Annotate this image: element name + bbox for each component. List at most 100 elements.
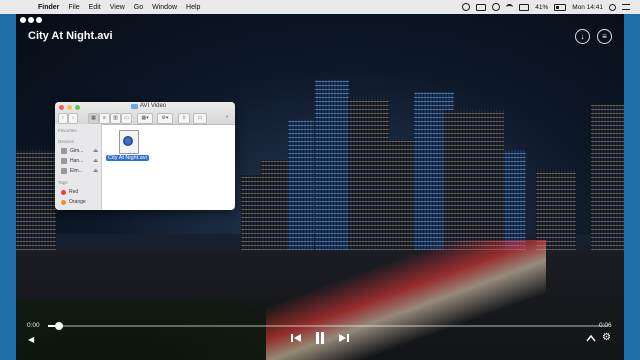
battery-icon[interactable] [554,3,567,11]
clock[interactable]: Mon 14:41 [572,4,603,11]
chevron-left-icon: ‹ [62,115,64,121]
menu-go[interactable]: Go [134,4,143,11]
quicktime-icon [123,136,133,146]
pause-button[interactable] [314,331,326,345]
device-label: Elm... [70,168,83,174]
finder-title-text: AVI Video [140,103,167,109]
next-button[interactable] [338,333,350,343]
finder-toolbar: AVI Video ‹ › ▦ ≡ ▥ ▭ ▦▾ ⚙▾ ⇧ ▭ » [55,102,235,125]
finder-title: AVI Video [131,103,166,109]
menu-edit[interactable]: Edit [89,4,101,11]
icon-view-button[interactable]: ▦ [88,113,99,124]
tag-label: Red [69,189,79,195]
menu-window[interactable]: Window [152,4,177,11]
fullscreen-button[interactable] [586,334,596,342]
status-box-icon[interactable] [476,3,487,11]
tag-dot-icon [61,189,66,195]
finder-sidebar: Favorites Devices Gim... ⏏ Han... ⏏ Elm.… [55,124,102,210]
next-icon [339,334,346,342]
pause-icon-bar [321,332,324,344]
zoom-window-button[interactable] [36,17,42,23]
time-elapsed: 0:00 [27,322,40,329]
sidebar-device-item[interactable]: Gim... ⏏ [55,146,101,156]
menu-file[interactable]: File [68,4,79,11]
sidebar-device-item[interactable]: Elm... ⏏ [55,166,101,176]
airplay-icon[interactable] [519,3,530,11]
battery-percent[interactable]: 41% [535,4,548,11]
devices-header: Devices [58,139,75,144]
video-title: City At Night.avi [28,30,113,42]
folder-icon [131,103,138,109]
disk-icon [61,158,67,164]
device-label: Gim... [70,148,84,154]
list-icon: ≡ [103,115,106,121]
close-window-button[interactable] [20,17,26,23]
back-button[interactable]: ‹ [58,113,68,124]
gear-icon: ⚙ [602,332,611,343]
menu-help[interactable]: Help [186,4,200,11]
column-view-button[interactable]: ▥ [110,113,121,124]
previous-icon [294,334,301,342]
file-name-label[interactable]: City At Night.avi [106,155,149,161]
forward-button[interactable]: › [68,113,78,124]
wifi-icon[interactable] [506,4,514,10]
eject-icon[interactable]: ⏏ [93,158,98,164]
chevron-up-icon [586,334,596,342]
share-icon: ⇧ [181,115,187,121]
group-icon: ▦▾ [141,115,149,121]
share-icon: ↓ [580,32,585,41]
finder-close-button[interactable] [59,105,64,110]
next-bar [347,334,349,342]
tags-header: Tags [58,180,68,185]
gallery-view-button[interactable]: ▭ [121,113,132,124]
sidebar-tag-orange[interactable]: Orange [55,197,101,207]
group-button[interactable]: ▦▾ [137,113,153,124]
tags-button[interactable]: ▭ [193,113,207,124]
avi-file-icon[interactable] [119,130,139,154]
share-button[interactable]: ↓ [575,29,590,44]
previous-bar [291,334,293,342]
playlist-button[interactable]: ≡ [597,29,612,44]
pause-icon [316,332,319,344]
progress-bar[interactable] [48,322,608,330]
list-view-button[interactable]: ≡ [99,113,110,124]
tag-icon: ▭ [197,115,203,121]
grid-icon: ▦ [91,115,96,121]
columns-icon: ▥ [113,115,118,121]
building [591,105,624,270]
spotlight-search-icon[interactable] [609,3,616,11]
tag-dot-icon [61,199,66,205]
favorites-header: Favorites [58,128,77,133]
sidebar-device-item[interactable]: Han... ⏏ [55,156,101,166]
notification-center-icon[interactable] [622,4,630,10]
eject-icon[interactable]: ⏏ [93,168,98,174]
eject-icon[interactable]: ⏏ [93,148,98,154]
sidebar-tag-red[interactable]: Red [55,187,101,197]
volume-button[interactable]: ◀ [28,335,34,344]
menu-view[interactable]: View [110,4,125,11]
more-button[interactable]: » [223,113,231,122]
disk-icon [61,168,67,174]
menu-finder[interactable]: Finder [38,4,59,11]
speaker-icon: ◀ [28,335,35,344]
share-button[interactable]: ⇧ [178,113,190,124]
device-label: Han... [70,158,84,164]
finder-minimize-button[interactable] [67,105,72,110]
gear-icon: ⚙▾ [161,115,169,121]
menu-bar: Finder File Edit View Go Window Help 41%… [0,0,640,14]
menu-lines-icon: ≡ [602,32,607,41]
gallery-icon: ▭ [124,115,129,121]
chevron-double-right-icon: » [225,114,229,120]
video-highway-lights [266,240,546,360]
previous-button[interactable] [290,333,302,343]
chevron-right-icon: › [72,115,74,121]
finder-zoom-button[interactable] [75,105,80,110]
status-circle-icon[interactable] [462,3,471,11]
minimize-window-button[interactable] [28,17,34,23]
time-machine-icon[interactable] [492,3,501,11]
tag-label: Orange [69,199,86,205]
disk-icon [61,148,67,154]
settings-button[interactable]: ⚙ [602,332,611,343]
action-button[interactable]: ⚙▾ [157,113,173,124]
finder-window[interactable]: AVI Video ‹ › ▦ ≡ ▥ ▭ ▦▾ ⚙▾ ⇧ ▭ » Favori… [55,102,235,210]
